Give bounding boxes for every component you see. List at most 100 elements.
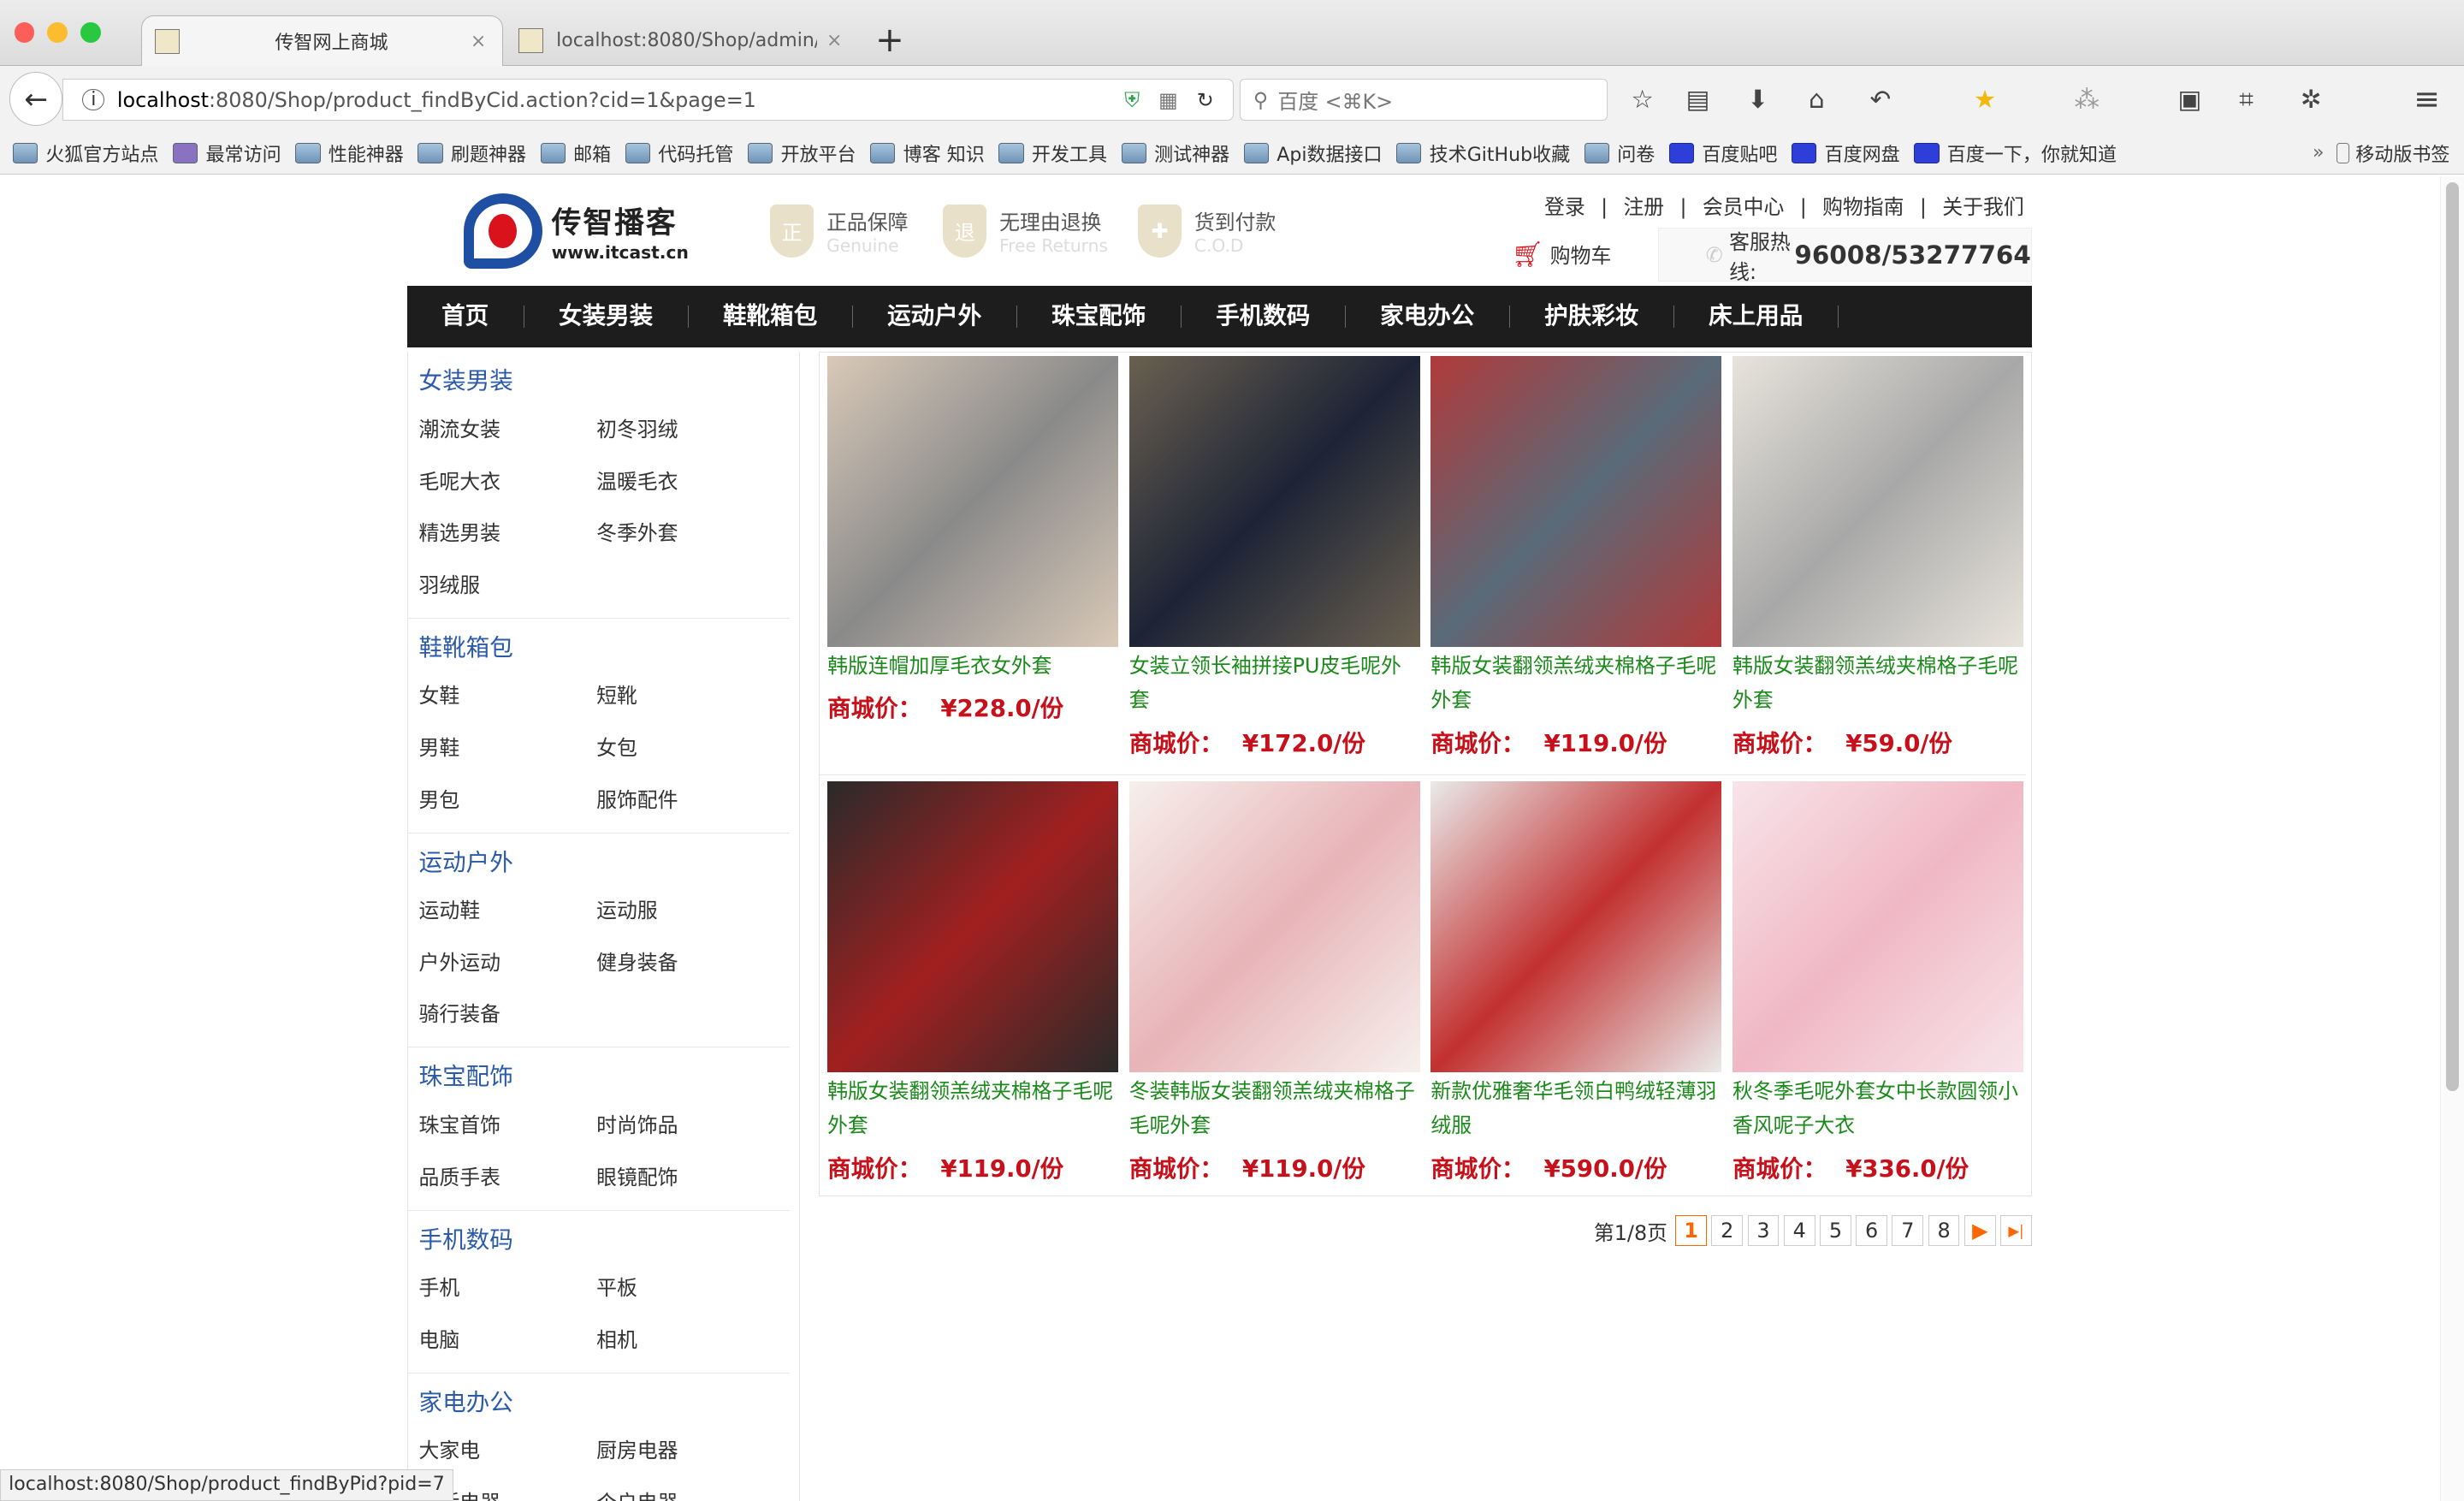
- subcategory-link[interactable]: 电脑: [419, 1314, 597, 1367]
- product-image[interactable]: [1128, 780, 1420, 1072]
- bookmark-item[interactable]: 问卷: [1584, 139, 1655, 167]
- product-name[interactable]: 女装立领长袖拼接PU皮毛呢外套: [1129, 649, 1420, 718]
- product-name[interactable]: 韩版女装翻领羔绒夹棉格子毛呢外套: [827, 1074, 1118, 1143]
- category-title[interactable]: 女装男装: [408, 352, 790, 404]
- subcategory-link[interactable]: 平板: [596, 1262, 774, 1314]
- bookmark-item[interactable]: 测试神器: [1121, 139, 1229, 167]
- menu-icon[interactable]: ≡: [2414, 80, 2440, 117]
- reading-list-icon[interactable]: ▤: [1686, 85, 1710, 114]
- crop-icon[interactable]: ⌗: [2239, 85, 2254, 115]
- top-link[interactable]: 登录: [1544, 195, 1585, 219]
- subcategory-link[interactable]: 相机: [596, 1314, 774, 1367]
- tab-active[interactable]: 传智网上商城 ×: [141, 15, 503, 67]
- subcategory-link[interactable]: 厨房电器: [596, 1425, 774, 1477]
- product-image[interactable]: [1430, 356, 1722, 647]
- subcategory-link[interactable]: 骑行装备: [419, 988, 597, 1041]
- bookmark-item[interactable]: 火狐官方站点: [12, 139, 158, 167]
- tab-admin[interactable]: localhost:8080/Shop/admin/h ×: [506, 15, 851, 66]
- category-title[interactable]: 手机数码: [408, 1211, 790, 1263]
- category-title[interactable]: 鞋靴箱包: [408, 619, 790, 671]
- product-image[interactable]: [1732, 356, 2023, 647]
- top-link[interactable]: 会员中心: [1703, 195, 1784, 219]
- category-title[interactable]: 家电办公: [408, 1373, 790, 1426]
- new-tab-button[interactable]: +: [875, 19, 904, 60]
- qr-code-icon[interactable]: ▦: [1158, 88, 1178, 112]
- bookmark-star-icon[interactable]: ☆: [1631, 85, 1653, 114]
- page-link[interactable]: 5: [1820, 1214, 1851, 1247]
- extension-star-icon[interactable]: ★: [1974, 85, 1996, 114]
- close-window-button[interactable]: [14, 21, 35, 43]
- download-icon[interactable]: ⬇: [1747, 85, 1768, 114]
- info-icon[interactable]: i: [82, 88, 105, 111]
- bookmark-item[interactable]: 百度一下，你就知道: [1914, 139, 2117, 167]
- subcategory-link[interactable]: 户外运动: [419, 937, 597, 989]
- nav-item[interactable]: 运动户外: [853, 304, 1017, 328]
- bookmark-item[interactable]: 最常访问: [172, 139, 281, 167]
- bookmark-item[interactable]: 刷题神器: [418, 139, 526, 167]
- subcategory-link[interactable]: 精选男装: [419, 507, 597, 560]
- subcategory-link[interactable]: 运动服: [596, 885, 774, 937]
- subcategory-link[interactable]: 女鞋: [419, 670, 597, 722]
- subcategory-link[interactable]: 初冬羽绒: [596, 404, 774, 456]
- product-image[interactable]: [1430, 780, 1722, 1072]
- cart-link[interactable]: 🛒︎ 购物车: [1512, 239, 1611, 270]
- product-name[interactable]: 韩版女装翻领羔绒夹棉格子毛呢外套: [1732, 649, 2023, 718]
- nav-item[interactable]: 床上用品: [1674, 304, 1839, 328]
- product-image[interactable]: [1128, 356, 1420, 647]
- bookmark-item[interactable]: Api数据接口: [1243, 139, 1383, 167]
- subcategory-link[interactable]: 温暖毛衣: [596, 456, 774, 508]
- bookmark-item[interactable]: 性能神器: [295, 139, 404, 167]
- subcategory-link[interactable]: 男包: [419, 774, 597, 827]
- product-image[interactable]: [1732, 780, 2023, 1072]
- nav-item[interactable]: 首页: [407, 304, 524, 328]
- nav-item[interactable]: 家电办公: [1346, 304, 1510, 328]
- nav-item[interactable]: 鞋靴箱包: [689, 304, 853, 328]
- subcategory-link[interactable]: 毛呢大衣: [419, 456, 597, 508]
- product-name[interactable]: 新款优雅奢华毛领白鸭绒轻薄羽绒服: [1430, 1074, 1721, 1143]
- page-link[interactable]: 7: [1892, 1214, 1924, 1247]
- subcategory-link[interactable]: 品质手表: [419, 1152, 597, 1204]
- search-input[interactable]: ⚲ 百度 <⌘K>: [1240, 78, 1608, 122]
- page-link[interactable]: 6: [1856, 1214, 1887, 1247]
- bookmark-item[interactable]: 开发工具: [998, 139, 1107, 167]
- bookmark-item[interactable]: 代码托管: [625, 139, 733, 167]
- product-image[interactable]: [827, 356, 1118, 647]
- page-link[interactable]: 4: [1783, 1214, 1815, 1247]
- subcategory-link[interactable]: 男鞋: [419, 722, 597, 774]
- category-title[interactable]: 运动户外: [408, 834, 790, 886]
- bookmark-item[interactable]: 百度网盘: [1791, 139, 1900, 167]
- category-title[interactable]: 珠宝配饰: [408, 1047, 790, 1100]
- bookmarks-more-button[interactable]: »: [2313, 142, 2324, 163]
- subcategory-link[interactable]: 短靴: [596, 670, 774, 722]
- top-link[interactable]: 关于我们: [1942, 195, 2023, 219]
- top-link[interactable]: 注册: [1623, 195, 1664, 219]
- product-name[interactable]: 韩版女装翻领羔绒夹棉格子毛呢外套: [1430, 649, 1721, 718]
- close-tab-icon[interactable]: ×: [471, 31, 486, 52]
- bookmark-item[interactable]: 邮箱: [540, 139, 611, 167]
- undo-icon[interactable]: ↶: [1870, 85, 1892, 114]
- page-link[interactable]: 2: [1711, 1214, 1744, 1247]
- subcategory-link[interactable]: 个户电器: [596, 1477, 774, 1501]
- subcategory-link[interactable]: 时尚饰品: [596, 1100, 774, 1152]
- bookmark-item[interactable]: 技术GitHub收藏: [1396, 139, 1570, 167]
- top-link[interactable]: 购物指南: [1822, 195, 1904, 219]
- subcategory-link[interactable]: 冬季外套: [596, 507, 774, 560]
- nav-item[interactable]: 手机数码: [1182, 304, 1346, 328]
- page-link[interactable]: 1: [1675, 1214, 1707, 1247]
- subcategory-link[interactable]: 眼镜配饰: [596, 1152, 774, 1204]
- reload-icon[interactable]: ↻: [1197, 88, 1214, 112]
- scrollbar-thumb[interactable]: [2445, 182, 2459, 1091]
- product-image[interactable]: [827, 780, 1118, 1072]
- extension-icon[interactable]: ⁂: [2074, 85, 2099, 114]
- close-tab-icon[interactable]: ×: [826, 30, 842, 51]
- subcategory-link[interactable]: 手机: [419, 1262, 597, 1314]
- shield-icon[interactable]: ⛨: [1124, 88, 1140, 112]
- subcategory-link[interactable]: 女包: [596, 722, 774, 774]
- page-link[interactable]: 8: [1928, 1214, 1960, 1247]
- subcategory-link[interactable]: 潮流女装: [419, 404, 597, 456]
- nav-item[interactable]: 女装男装: [524, 304, 689, 328]
- nav-item[interactable]: 护肤彩妆: [1510, 304, 1674, 328]
- next-page-button[interactable]: ▶: [1964, 1214, 1996, 1247]
- bookmark-item[interactable]: 开放平台: [747, 139, 856, 167]
- nav-item[interactable]: 珠宝配饰: [1017, 304, 1182, 328]
